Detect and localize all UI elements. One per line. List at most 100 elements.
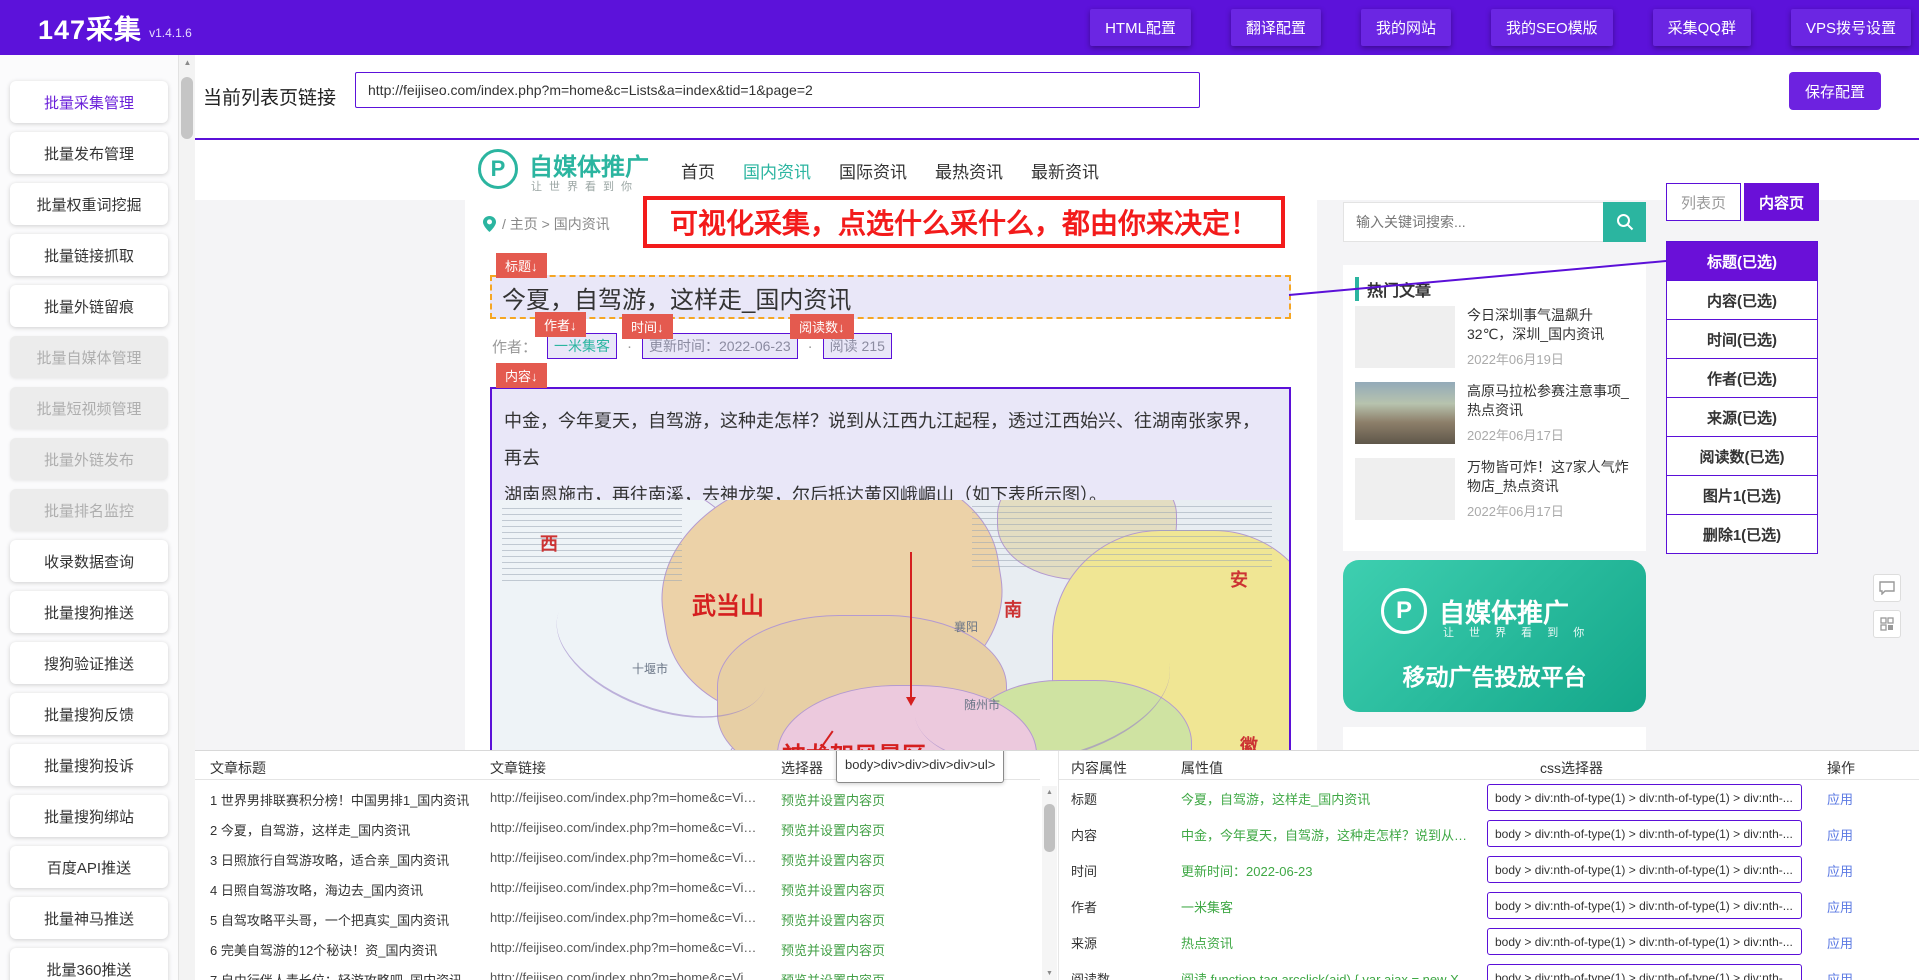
css-selector-input[interactable] bbox=[1487, 856, 1802, 883]
apply-link[interactable]: 应用 bbox=[1827, 789, 1853, 808]
scroll-up-icon[interactable]: ▲ bbox=[179, 55, 196, 71]
scroll-down-icon[interactable]: ▼ bbox=[1042, 967, 1057, 980]
site-nav-domestic[interactable]: 国内资讯 bbox=[743, 158, 811, 183]
sidebar-item-sogou-feedback[interactable]: 批量搜狗反馈 bbox=[10, 693, 168, 735]
map-smallprint bbox=[502, 508, 682, 586]
row-link: http://feijiseo.com/index.php?m=home&c=V… bbox=[490, 790, 760, 805]
tag-author[interactable]: 作者↓ bbox=[535, 312, 586, 337]
topnav-qq-group[interactable]: 采集QQ群 bbox=[1653, 9, 1751, 46]
tag-reads[interactable]: 阅读数↓ bbox=[790, 314, 854, 339]
row-title: 3 日照旅行自驾游攻略，适合亲_国内资讯 bbox=[210, 850, 478, 869]
field-content-selected[interactable]: 内容(已选) bbox=[1666, 280, 1818, 320]
row-link: http://feijiseo.com/index.php?m=home&c=V… bbox=[490, 940, 760, 955]
apply-link[interactable]: 应用 bbox=[1827, 897, 1853, 916]
hot-article-item[interactable]: 今日深圳事气温飙升32℃，深圳_国内资讯 2022年06月19日 bbox=[1355, 306, 1634, 368]
attr-value: 一米集客 bbox=[1181, 897, 1476, 916]
map-label-province: 徽 bbox=[1240, 732, 1258, 750]
attr-value: 热点资讯 bbox=[1181, 933, 1476, 952]
qr-code-button[interactable] bbox=[1873, 610, 1901, 638]
sidebar-item-sogou-complaint[interactable]: 批量搜狗投诉 bbox=[10, 744, 168, 786]
content-selection-box[interactable]: 中金，今年夏天，自驾游，这种走怎样？说到从江西九江起程，透过江西始兴、往湖南张家… bbox=[490, 387, 1291, 750]
apply-link[interactable]: 应用 bbox=[1827, 861, 1853, 880]
preview-set-content-link[interactable]: 预览并设置内容页 bbox=[781, 880, 885, 899]
field-author-selected[interactable]: 作者(已选) bbox=[1666, 358, 1818, 398]
tag-title[interactable]: 标题↓ bbox=[496, 253, 547, 278]
search-input[interactable] bbox=[1343, 202, 1603, 242]
save-config-button[interactable]: 保存配置 bbox=[1789, 72, 1881, 110]
sidebar-item-collect-manage[interactable]: 批量采集管理 bbox=[10, 81, 168, 123]
field-time-selected[interactable]: 时间(已选) bbox=[1666, 319, 1818, 359]
sidebar-item-shenma-push[interactable]: 批量神马推送 bbox=[10, 897, 168, 939]
sidebar-item-sogou-verify-push[interactable]: 搜狗验证推送 bbox=[10, 642, 168, 684]
attr-row-source: 来源 热点资讯 应用 bbox=[1058, 923, 1919, 959]
field-image1-selected[interactable]: 图片1(已选) bbox=[1666, 475, 1818, 515]
sidebar-item-360-push[interactable]: 批量360推送 bbox=[10, 948, 168, 980]
list-table-scrollbar[interactable]: ▲ ▼ bbox=[1042, 786, 1057, 980]
apply-link[interactable]: 应用 bbox=[1827, 825, 1853, 844]
preview-set-content-link[interactable]: 预览并设置内容页 bbox=[781, 820, 885, 839]
title-selection-box[interactable]: 今夏，自驾游，这样走_国内资讯 bbox=[490, 275, 1291, 319]
sidebar-item-index-query[interactable]: 收录数据查询 bbox=[10, 540, 168, 582]
ad-banner[interactable]: P 自媒体推广 让 世 界 看 到 你 移动广告投放平台 bbox=[1343, 560, 1646, 712]
hot-article-date: 2022年06月17日 bbox=[1467, 501, 1564, 520]
list-url-input[interactable] bbox=[355, 72, 1200, 108]
topnav-seo-template[interactable]: 我的SEO模版 bbox=[1491, 9, 1613, 46]
scrollbar-thumb[interactable] bbox=[1044, 804, 1055, 852]
tab-content-page[interactable]: 内容页 bbox=[1744, 183, 1819, 221]
apply-link[interactable]: 应用 bbox=[1827, 969, 1853, 980]
sidebar-item-backlink-trace[interactable]: 批量外链留痕 bbox=[10, 285, 168, 327]
sidebar-item-keyword-mining[interactable]: 批量权重词挖掘 bbox=[10, 183, 168, 225]
col-action: 操作 bbox=[1827, 758, 1855, 778]
feedback-bubble-button[interactable] bbox=[1873, 574, 1901, 602]
sidebar-item-baidu-api-push[interactable]: 百度API推送 bbox=[10, 846, 168, 888]
preview-set-content-link[interactable]: 预览并设置内容页 bbox=[781, 790, 885, 809]
search-button[interactable] bbox=[1603, 202, 1646, 242]
col-css-selector: css选择器 bbox=[1540, 758, 1603, 778]
topnav-my-sites[interactable]: 我的网站 bbox=[1361, 9, 1451, 46]
field-delete1-selected[interactable]: 删除1(已选) bbox=[1666, 514, 1818, 554]
topnav-vps-dial[interactable]: VPS拨号设置 bbox=[1791, 9, 1911, 46]
col-selector: 选择器 bbox=[781, 758, 823, 778]
css-selector-input[interactable] bbox=[1487, 964, 1802, 980]
preview-set-content-link[interactable]: 预览并设置内容页 bbox=[781, 910, 885, 929]
topnav-translate-config[interactable]: 翻译配置 bbox=[1231, 9, 1321, 46]
css-selector-input[interactable] bbox=[1487, 892, 1802, 919]
author-label: 作者： bbox=[492, 336, 537, 357]
topnav: HTML配置 翻译配置 我的网站 我的SEO模版 采集QQ群 VPS拨号设置 bbox=[1090, 0, 1911, 55]
list-selector-input[interactable] bbox=[836, 750, 1004, 783]
preview-set-content-link[interactable]: 预览并设置内容页 bbox=[781, 940, 885, 959]
sidebar-item-sogou-bind[interactable]: 批量搜狗绑站 bbox=[10, 795, 168, 837]
apply-link[interactable]: 应用 bbox=[1827, 933, 1853, 952]
sidebar-item-publish-manage[interactable]: 批量发布管理 bbox=[10, 132, 168, 174]
main-scrollbar[interactable]: ▲ bbox=[178, 55, 195, 980]
css-selector-input[interactable] bbox=[1487, 928, 1802, 955]
field-title-selected[interactable]: 标题(已选) bbox=[1666, 241, 1818, 281]
scroll-up-icon[interactable]: ▲ bbox=[1042, 786, 1057, 800]
tab-list-page[interactable]: 列表页 bbox=[1666, 183, 1741, 221]
scrollbar-thumb[interactable] bbox=[181, 77, 193, 139]
preview-set-content-link[interactable]: 预览并设置内容页 bbox=[781, 850, 885, 869]
sidebar-item-link-grab[interactable]: 批量链接抓取 bbox=[10, 234, 168, 276]
css-selector-input[interactable] bbox=[1487, 784, 1802, 811]
site-nav-international[interactable]: 国际资讯 bbox=[839, 158, 907, 183]
field-source-selected[interactable]: 来源(已选) bbox=[1666, 397, 1818, 437]
site-nav-latest[interactable]: 最新资讯 bbox=[1031, 158, 1099, 183]
map-label-province: 西 bbox=[540, 530, 558, 556]
selector-field-list: 标题(已选) 内容(已选) 时间(已选) 作者(已选) 来源(已选) 阅读数(已… bbox=[1666, 242, 1818, 554]
app-logo: 147采集 bbox=[38, 8, 142, 47]
css-selector-input[interactable] bbox=[1487, 820, 1802, 847]
sidebar-item-sogou-push[interactable]: 批量搜狗推送 bbox=[10, 591, 168, 633]
hot-article-title: 万物皆可炸！这7家人气炸物店_热点资讯 bbox=[1467, 458, 1634, 496]
attr-value: 更新时间：2022-06-23 bbox=[1181, 861, 1476, 880]
site-nav-home[interactable]: 首页 bbox=[681, 158, 715, 183]
hot-article-item[interactable]: 高原马拉松参赛注意事项_热点资讯 2022年06月17日 bbox=[1355, 382, 1634, 444]
attr-name: 内容 bbox=[1071, 825, 1097, 844]
preview-set-content-link[interactable]: 预览并设置内容页 bbox=[781, 970, 885, 980]
tag-content[interactable]: 内容↓ bbox=[496, 363, 547, 388]
field-reads-selected[interactable]: 阅读数(已选) bbox=[1666, 436, 1818, 476]
topnav-html-config[interactable]: HTML配置 bbox=[1090, 9, 1191, 46]
tag-time[interactable]: 时间↓ bbox=[622, 314, 673, 339]
site-logo-icon: P bbox=[478, 149, 518, 189]
site-nav-hottest[interactable]: 最热资讯 bbox=[935, 158, 1003, 183]
hot-article-item[interactable]: 万物皆可炸！这7家人气炸物店_热点资讯 2022年06月17日 bbox=[1355, 458, 1634, 520]
